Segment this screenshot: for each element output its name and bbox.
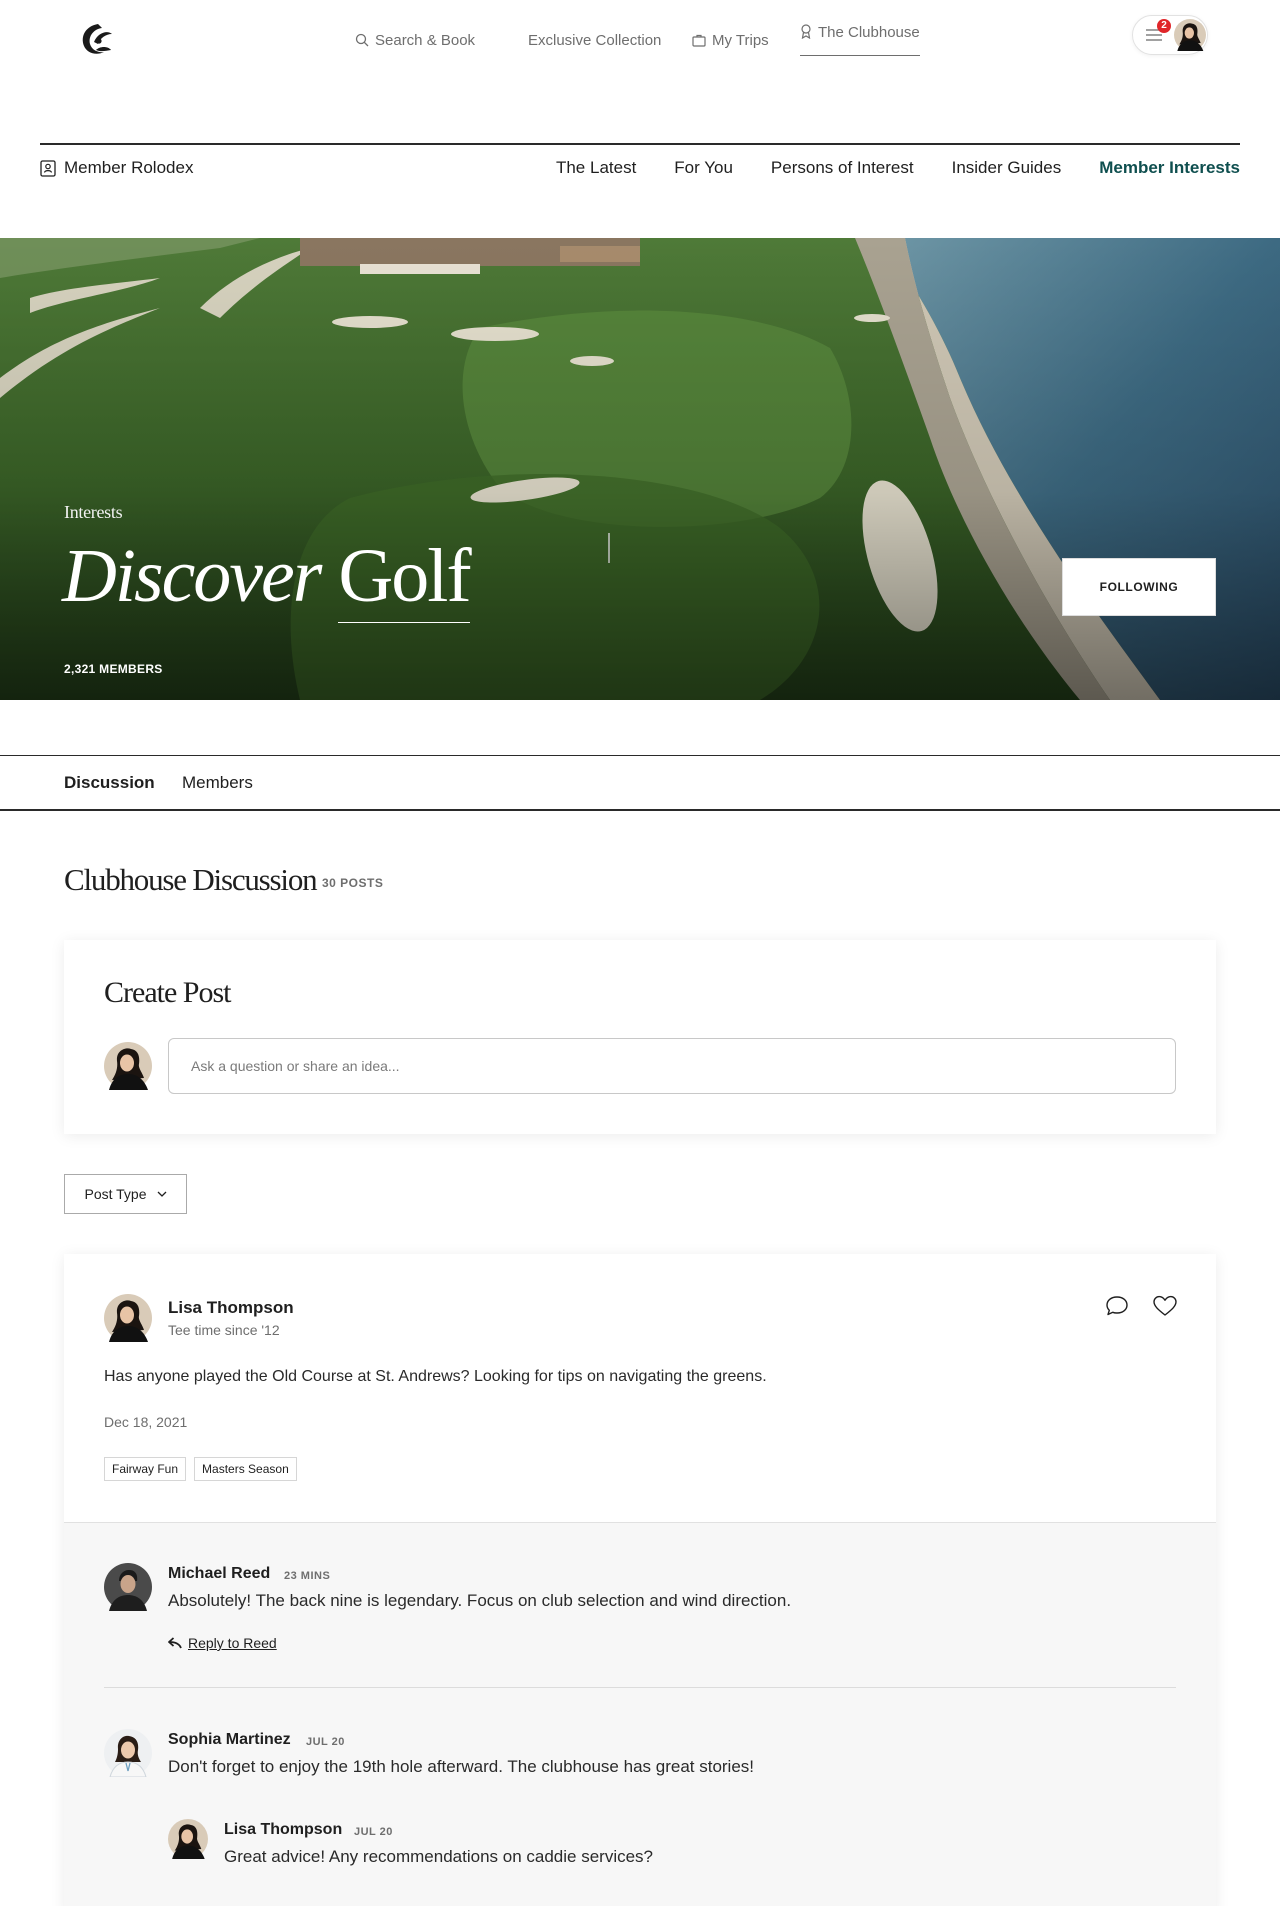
- tabs-top-rule: [0, 755, 1280, 756]
- hero-title-word-2: Golf: [338, 538, 472, 623]
- hero-title: Discover Golf: [62, 538, 472, 623]
- reply-to-reed-link[interactable]: Reply to Reed: [168, 1635, 277, 1651]
- reply-text: Great advice! Any recommendations on cad…: [224, 1847, 654, 1866]
- reply-avatar[interactable]: [168, 1819, 208, 1859]
- reply-arrow-icon: [168, 1637, 182, 1649]
- subnav-rule: [40, 143, 1240, 145]
- author-avatar[interactable]: [104, 1294, 152, 1342]
- subnav-for-you[interactable]: For You: [674, 158, 733, 178]
- reply-author-name[interactable]: Sophia Martinez: [168, 1731, 291, 1749]
- nav-the-clubhouse[interactable]: The Clubhouse: [800, 24, 920, 56]
- post-type-filter-label: Post Type: [84, 1186, 147, 1202]
- discussion-title: Clubhouse Discussion: [64, 862, 318, 897]
- nav-exclusive-collection[interactable]: Exclusive Collection: [528, 24, 661, 56]
- member-count: 2,321 MEMBERS: [64, 662, 163, 676]
- reply-text: Don't forget to enjoy the 19th hole afte…: [168, 1757, 755, 1776]
- post-count: 30 POSTS: [322, 876, 384, 890]
- search-icon: [355, 33, 369, 47]
- tag-chip[interactable]: Masters Season: [194, 1457, 297, 1481]
- nav-search-book-label: Search & Book: [375, 31, 476, 49]
- subnav-persons-of-interest[interactable]: Persons of Interest: [771, 158, 914, 178]
- suitcase-icon: [692, 34, 706, 47]
- reply-divider: [104, 1687, 1176, 1688]
- subnav-insider-guides[interactable]: Insider Guides: [952, 158, 1062, 178]
- create-post-title: Create Post: [104, 976, 231, 1009]
- brand-logo[interactable]: [78, 20, 114, 58]
- following-button[interactable]: FOLLOWING: [1062, 558, 1216, 616]
- nav-search-book[interactable]: Search & Book: [355, 24, 475, 56]
- user-avatar: [104, 1042, 152, 1090]
- subnav-links: The Latest For You Persons of Interest I…: [556, 158, 1240, 178]
- reply-time: 23 MINS: [284, 1570, 331, 1582]
- nav-exclusive-collection-label: Exclusive Collection: [528, 31, 662, 49]
- contact-card-icon: [40, 159, 56, 177]
- post-date: Dec 18, 2021: [104, 1414, 188, 1430]
- post-type-filter[interactable]: Post Type: [64, 1174, 187, 1214]
- user-avatar: [1174, 19, 1206, 51]
- subnav-the-latest[interactable]: The Latest: [556, 158, 636, 178]
- post-tags: Fairway Fun Masters Season: [104, 1457, 297, 1481]
- tab-members[interactable]: Members: [182, 773, 253, 793]
- reply-time: JUL 20: [354, 1826, 393, 1838]
- member-rolodex-label: Member Rolodex: [64, 158, 194, 177]
- account-menu-button[interactable]: 2: [1132, 15, 1208, 55]
- nav-the-clubhouse-label: The Clubhouse: [818, 24, 920, 41]
- reply-author-name[interactable]: Michael Reed: [168, 1565, 270, 1583]
- golf-course-image: [0, 238, 1280, 700]
- chevron-down-icon: [157, 1191, 166, 1197]
- post-body: Has anyone played the Old Course at St. …: [104, 1368, 767, 1385]
- subnav-member-interests[interactable]: Member Interests: [1099, 158, 1240, 178]
- hero-banner: Interests Discover Golf 2,321 MEMBERS FOL…: [0, 238, 1280, 700]
- tag-chip[interactable]: Fairway Fun: [104, 1457, 187, 1481]
- post-card: Lisa Thompson Tee time since '12 Has any…: [64, 1254, 1216, 1906]
- reply-avatar[interactable]: [104, 1729, 152, 1777]
- hero-eyebrow: Interests: [64, 502, 123, 522]
- reply-author-name[interactable]: Lisa Thompson: [224, 1821, 342, 1839]
- create-post-input[interactable]: [168, 1038, 1176, 1094]
- member-rolodex-link[interactable]: Member Rolodex: [40, 158, 193, 178]
- hero-title-word-1: Discover: [62, 534, 322, 618]
- comment-icon[interactable]: [1104, 1294, 1130, 1318]
- replies-section: Michael Reed 23 MINS Absolutely! The bac…: [64, 1522, 1216, 1906]
- tab-discussion[interactable]: Discussion: [64, 773, 155, 793]
- post-author-name[interactable]: Lisa Thompson: [168, 1298, 294, 1318]
- reply-text: Absolutely! The back nine is legendary. …: [168, 1591, 792, 1610]
- top-bar: Search & Book Exclusive Collection My Tr…: [0, 0, 1280, 72]
- tabs-bottom-rule: [0, 809, 1280, 811]
- post-author-tagline: Tee time since '12: [168, 1322, 280, 1338]
- reply-avatar[interactable]: [104, 1563, 152, 1611]
- nav-my-trips-label: My Trips: [712, 31, 769, 49]
- award-icon: [801, 24, 811, 39]
- heart-icon[interactable]: [1152, 1294, 1178, 1318]
- reply-time: JUL 20: [306, 1736, 345, 1748]
- notification-badge: 2: [1157, 19, 1171, 33]
- create-post-card: Create Post: [64, 940, 1216, 1134]
- nav-my-trips[interactable]: My Trips: [692, 24, 769, 56]
- reply-to-reed-label: Reply to Reed: [188, 1635, 277, 1651]
